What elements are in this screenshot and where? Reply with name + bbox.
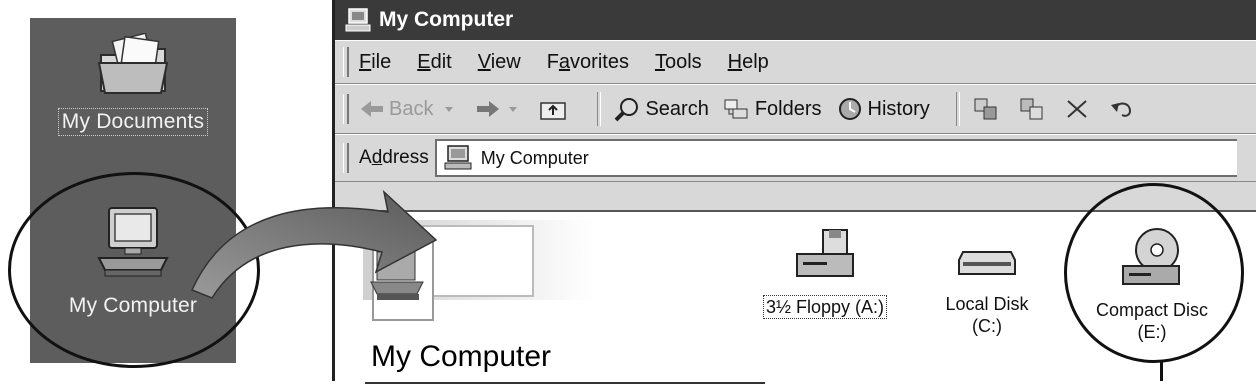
drive-label: 3½ Floppy (A:) [762, 295, 888, 319]
computer-icon [345, 8, 371, 32]
callout-pointer-line [1160, 362, 1163, 381]
toolbar-grip[interactable] [343, 94, 349, 124]
desktop-icon-label: My Documents [57, 108, 209, 136]
delete-button[interactable] [1064, 97, 1094, 121]
undo-icon [1110, 102, 1131, 117]
highlight-circle-compact-disc [1064, 183, 1244, 363]
search-button[interactable]: Search [613, 96, 709, 122]
standard-toolbar: Back Search Folders History [335, 84, 1256, 134]
menu-bar: File Edit View Favorites Tools Help [335, 40, 1256, 84]
search-icon [615, 98, 639, 122]
toolbar-grip[interactable] [343, 47, 349, 77]
address-bar: Address My Computer [335, 134, 1256, 182]
menu-help[interactable]: Help [728, 51, 769, 74]
floppy-drive-icon [796, 229, 854, 277]
toolbar-separator [955, 92, 960, 126]
forward-button[interactable] [475, 99, 525, 119]
menu-tools[interactable]: Tools [655, 51, 702, 74]
undo-button[interactable] [1108, 97, 1138, 121]
menu-favorites[interactable]: Favorites [547, 51, 629, 74]
menu-view[interactable]: View [478, 51, 521, 74]
address-value: My Computer [480, 147, 589, 168]
title-bar[interactable]: My Computer [335, 0, 1256, 40]
up-folder-icon [540, 102, 567, 120]
dropdown-arrow-icon [445, 107, 454, 112]
hard-disk-icon [958, 251, 1016, 275]
copy-to-icon [1020, 98, 1043, 120]
folders-icon [724, 99, 748, 119]
copy-to-button[interactable] [1018, 96, 1050, 122]
history-button[interactable]: History [836, 96, 930, 122]
delete-x-icon [1067, 100, 1087, 118]
folder-documents-icon [97, 32, 169, 94]
menu-file[interactable]: File [359, 51, 391, 74]
computer-icon [444, 145, 472, 170]
dropdown-arrow-icon [509, 107, 518, 112]
curved-arrow-icon [190, 189, 438, 299]
forward-arrow-icon [477, 101, 500, 117]
back-button[interactable]: Back [359, 98, 461, 121]
toolbar-separator [597, 92, 602, 126]
toolbar-grip[interactable] [343, 143, 349, 173]
history-icon [838, 98, 861, 120]
address-label: Address [359, 147, 429, 168]
desktop-icon-my-documents[interactable]: My Documents [30, 32, 236, 136]
window-title: My Computer [379, 8, 514, 31]
drive-label: Local Disk (C:) [945, 294, 1029, 336]
up-folder-button[interactable] [539, 97, 571, 121]
menu-edit[interactable]: Edit [417, 51, 451, 74]
address-input[interactable]: My Computer [434, 139, 1237, 177]
folders-button[interactable]: Folders [723, 97, 822, 121]
move-to-icon [974, 98, 997, 120]
back-arrow-icon [361, 101, 383, 117]
page-title: My Computer [371, 340, 552, 373]
drive-floppy-a[interactable]: 3½ Floppy (A:) [755, 226, 895, 319]
drive-local-disk-c[interactable]: Local Disk (C:) [927, 242, 1047, 337]
move-to-button[interactable] [972, 96, 1004, 122]
